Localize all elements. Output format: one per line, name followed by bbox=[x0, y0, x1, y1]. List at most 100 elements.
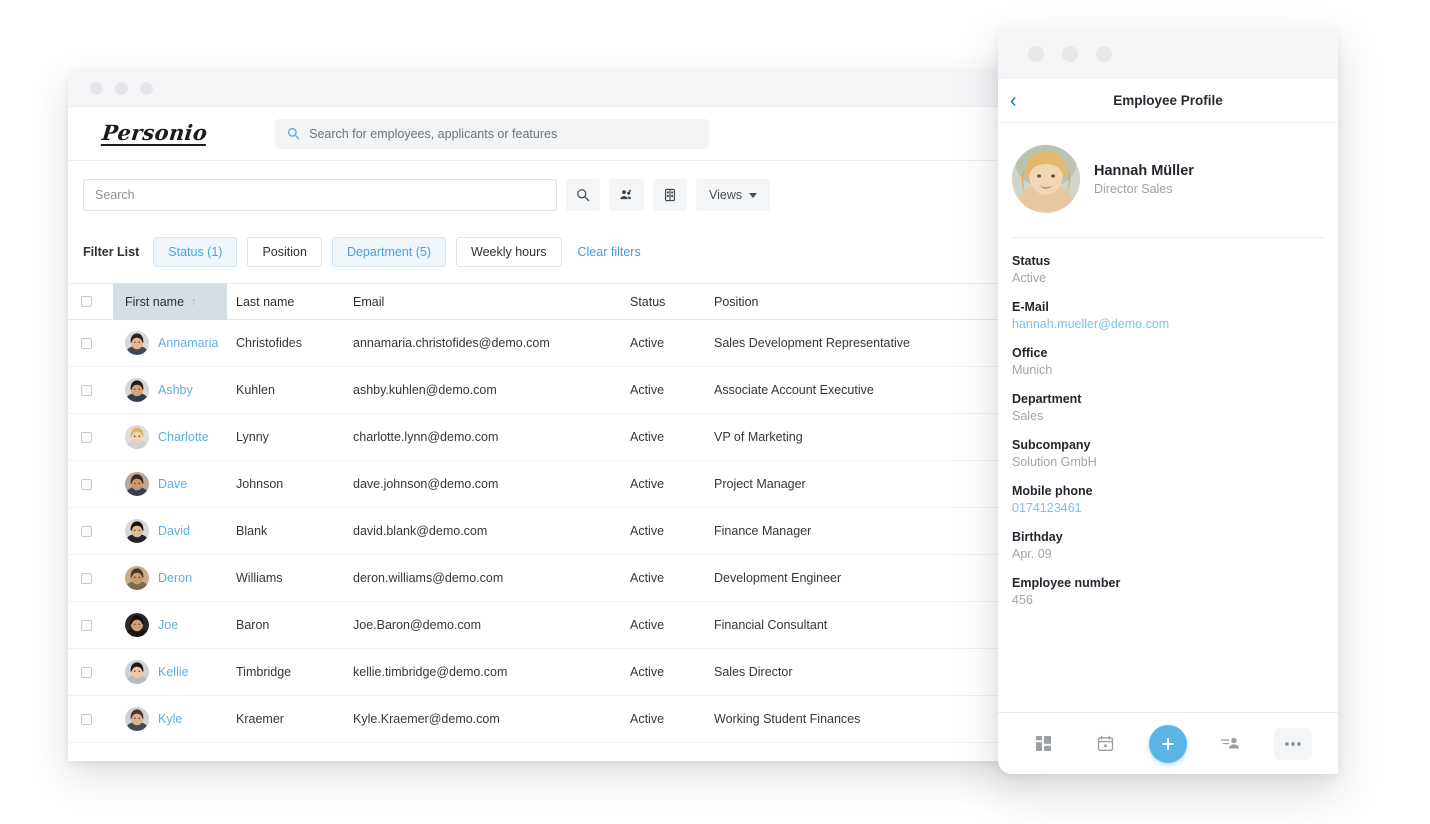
cell-status: Active bbox=[630, 618, 665, 632]
filter-chip-weekly-hours[interactable]: Weekly hours bbox=[456, 237, 562, 267]
cell-email: Joe.Baron@demo.com bbox=[353, 618, 482, 632]
back-chevron-icon[interactable]: ‹ bbox=[1010, 91, 1017, 111]
window-close-button[interactable] bbox=[1028, 45, 1044, 62]
cell-status: Active bbox=[630, 477, 665, 491]
profile-field-value: Active bbox=[1012, 271, 1047, 285]
employee-name-link[interactable]: David bbox=[158, 524, 190, 538]
checkbox-icon bbox=[81, 337, 92, 349]
clear-filters-link[interactable]: Clear filters bbox=[578, 245, 641, 259]
filter-chip-label: Position bbox=[262, 245, 307, 259]
table-row[interactable]: David Blank david.blank@demo.com Active Fina… bbox=[68, 508, 1018, 555]
cell-status: Active bbox=[630, 665, 665, 679]
people-settings-button[interactable] bbox=[609, 179, 644, 211]
dashboard-grid-icon bbox=[1035, 735, 1052, 752]
column-header-first-name[interactable]: First name ↑ bbox=[113, 283, 227, 320]
column-header-email[interactable]: Email bbox=[350, 295, 630, 309]
employee-table: First name ↑ Last name Email Status Posi… bbox=[68, 283, 1018, 743]
cell-status: Active bbox=[630, 712, 665, 726]
filter-chip-department[interactable]: Department (5) bbox=[331, 237, 446, 267]
row-checkbox[interactable] bbox=[68, 525, 113, 537]
tab-people-list[interactable] bbox=[1211, 728, 1249, 760]
row-checkbox[interactable] bbox=[68, 478, 113, 490]
cell-email: deron.williams@demo.com bbox=[353, 571, 504, 585]
columns-button[interactable] bbox=[653, 179, 687, 211]
table-row[interactable]: Charlotte Lynny charlotte.lynn@demo.com Act… bbox=[68, 414, 1018, 461]
profile-role: Director Sales bbox=[1094, 181, 1173, 196]
employee-name-link[interactable]: Annamaria bbox=[158, 336, 218, 350]
tab-calendar[interactable] bbox=[1087, 728, 1125, 760]
employee-name-link[interactable]: Deron bbox=[158, 571, 192, 585]
global-search-placeholder: Search for employees, applicants or feat… bbox=[309, 126, 558, 141]
row-checkbox[interactable] bbox=[68, 384, 113, 396]
cell-position: Associate Account Executive bbox=[714, 383, 874, 397]
column-header-status[interactable]: Status bbox=[630, 295, 712, 309]
avatar bbox=[125, 707, 149, 731]
profile-field-value[interactable]: 0174123461 bbox=[1012, 501, 1324, 515]
views-dropdown[interactable]: Views bbox=[696, 179, 771, 211]
cell-email: david.blank@demo.com bbox=[353, 524, 488, 538]
profile-field-label: Department bbox=[1012, 392, 1082, 406]
table-toolbar: Search Views bbox=[68, 161, 1018, 225]
table-row[interactable]: Deron Williams deron.williams@demo.com Acti… bbox=[68, 555, 1018, 602]
cell-last-name: Lynny bbox=[236, 430, 269, 444]
table-row[interactable]: Kellie Timbridge kellie.timbridge@demo.com… bbox=[68, 649, 1018, 696]
profile-field-label: Subcompany bbox=[1012, 438, 1091, 452]
column-header-last-name[interactable]: Last name bbox=[227, 295, 350, 309]
cell-email: kellie.timbridge@demo.com bbox=[353, 665, 508, 679]
profile-field-label: Office bbox=[1012, 346, 1048, 360]
columns-document-icon bbox=[663, 188, 677, 202]
employee-name-link[interactable]: Kellie bbox=[158, 665, 189, 679]
cell-last-name: Williams bbox=[236, 571, 283, 585]
window-maximize-button[interactable] bbox=[140, 82, 153, 95]
checkbox-icon bbox=[81, 572, 92, 584]
cell-status: Active bbox=[630, 383, 665, 397]
table-row[interactable]: Kyle Kraemer Kyle.Kraemer@demo.com Active Wo… bbox=[68, 696, 1018, 743]
personio-logo[interactable]: Personio bbox=[100, 120, 209, 146]
table-row[interactable]: Joe Baron Joe.Baron@demo.com Active Financia… bbox=[68, 602, 1018, 649]
global-search-input[interactable]: Search for employees, applicants or feat… bbox=[275, 118, 710, 149]
profile-field-value: Solution GmbH bbox=[1012, 455, 1097, 469]
row-checkbox[interactable] bbox=[68, 337, 113, 349]
table-row[interactable]: Ashby Kuhlen ashby.kuhlen@demo.com Active As… bbox=[68, 367, 1018, 414]
employee-name-link[interactable]: Charlotte bbox=[158, 430, 209, 444]
filter-chip-position[interactable]: Position bbox=[247, 237, 322, 267]
window-maximize-button[interactable] bbox=[1096, 45, 1112, 62]
table-row[interactable]: Dave Johnson dave.johnson@demo.com Active Pr… bbox=[68, 461, 1018, 508]
employee-name-link[interactable]: Kyle bbox=[158, 712, 182, 726]
row-checkbox[interactable] bbox=[68, 431, 113, 443]
filter-chip-label: Status (1) bbox=[168, 245, 223, 259]
select-all-checkbox[interactable] bbox=[68, 296, 113, 307]
profile-name: Hannah Müller bbox=[1094, 162, 1194, 179]
profile-field: Status Active bbox=[1012, 254, 1324, 285]
employee-name-link[interactable]: Ashby bbox=[158, 383, 193, 397]
row-checkbox[interactable] bbox=[68, 572, 113, 584]
window-minimize-button[interactable] bbox=[115, 82, 128, 95]
sort-ascending-icon: ↑ bbox=[191, 295, 197, 308]
window-close-button[interactable] bbox=[90, 82, 103, 95]
employee-name-link[interactable]: Dave bbox=[158, 477, 187, 491]
cell-last-name: Baron bbox=[236, 618, 270, 632]
tab-more[interactable] bbox=[1273, 727, 1312, 760]
profile-fields: Status Active E-Mail hannah.mueller@demo.co… bbox=[998, 238, 1338, 712]
profile-name-block: Hannah Müller Director Sales bbox=[1094, 163, 1194, 196]
profile-field-value[interactable]: hannah.mueller@demo.com bbox=[1012, 317, 1324, 331]
checkbox-icon bbox=[81, 478, 92, 490]
employee-name-link[interactable]: Joe bbox=[158, 618, 178, 632]
search-input[interactable]: Search bbox=[83, 179, 557, 211]
filter-chip-status[interactable]: Status (1) bbox=[153, 237, 238, 267]
profile-field-value: Sales bbox=[1012, 409, 1044, 423]
mobile-window-titlebar bbox=[998, 28, 1338, 79]
row-checkbox[interactable] bbox=[68, 619, 113, 631]
table-row[interactable]: Annamaria Christofides annamaria.christofi… bbox=[68, 320, 1018, 367]
avatar bbox=[125, 519, 149, 543]
tab-dashboard[interactable] bbox=[1024, 728, 1062, 760]
avatar bbox=[1012, 145, 1080, 213]
column-header-position[interactable]: Position bbox=[712, 295, 1018, 309]
add-button[interactable] bbox=[1148, 724, 1187, 763]
cell-first-name: Charlotte bbox=[113, 425, 227, 449]
search-button[interactable] bbox=[566, 179, 600, 211]
row-checkbox[interactable] bbox=[68, 713, 113, 725]
row-checkbox[interactable] bbox=[68, 666, 113, 678]
window-minimize-button[interactable] bbox=[1062, 45, 1078, 62]
cell-last-name: Johnson bbox=[236, 477, 284, 491]
